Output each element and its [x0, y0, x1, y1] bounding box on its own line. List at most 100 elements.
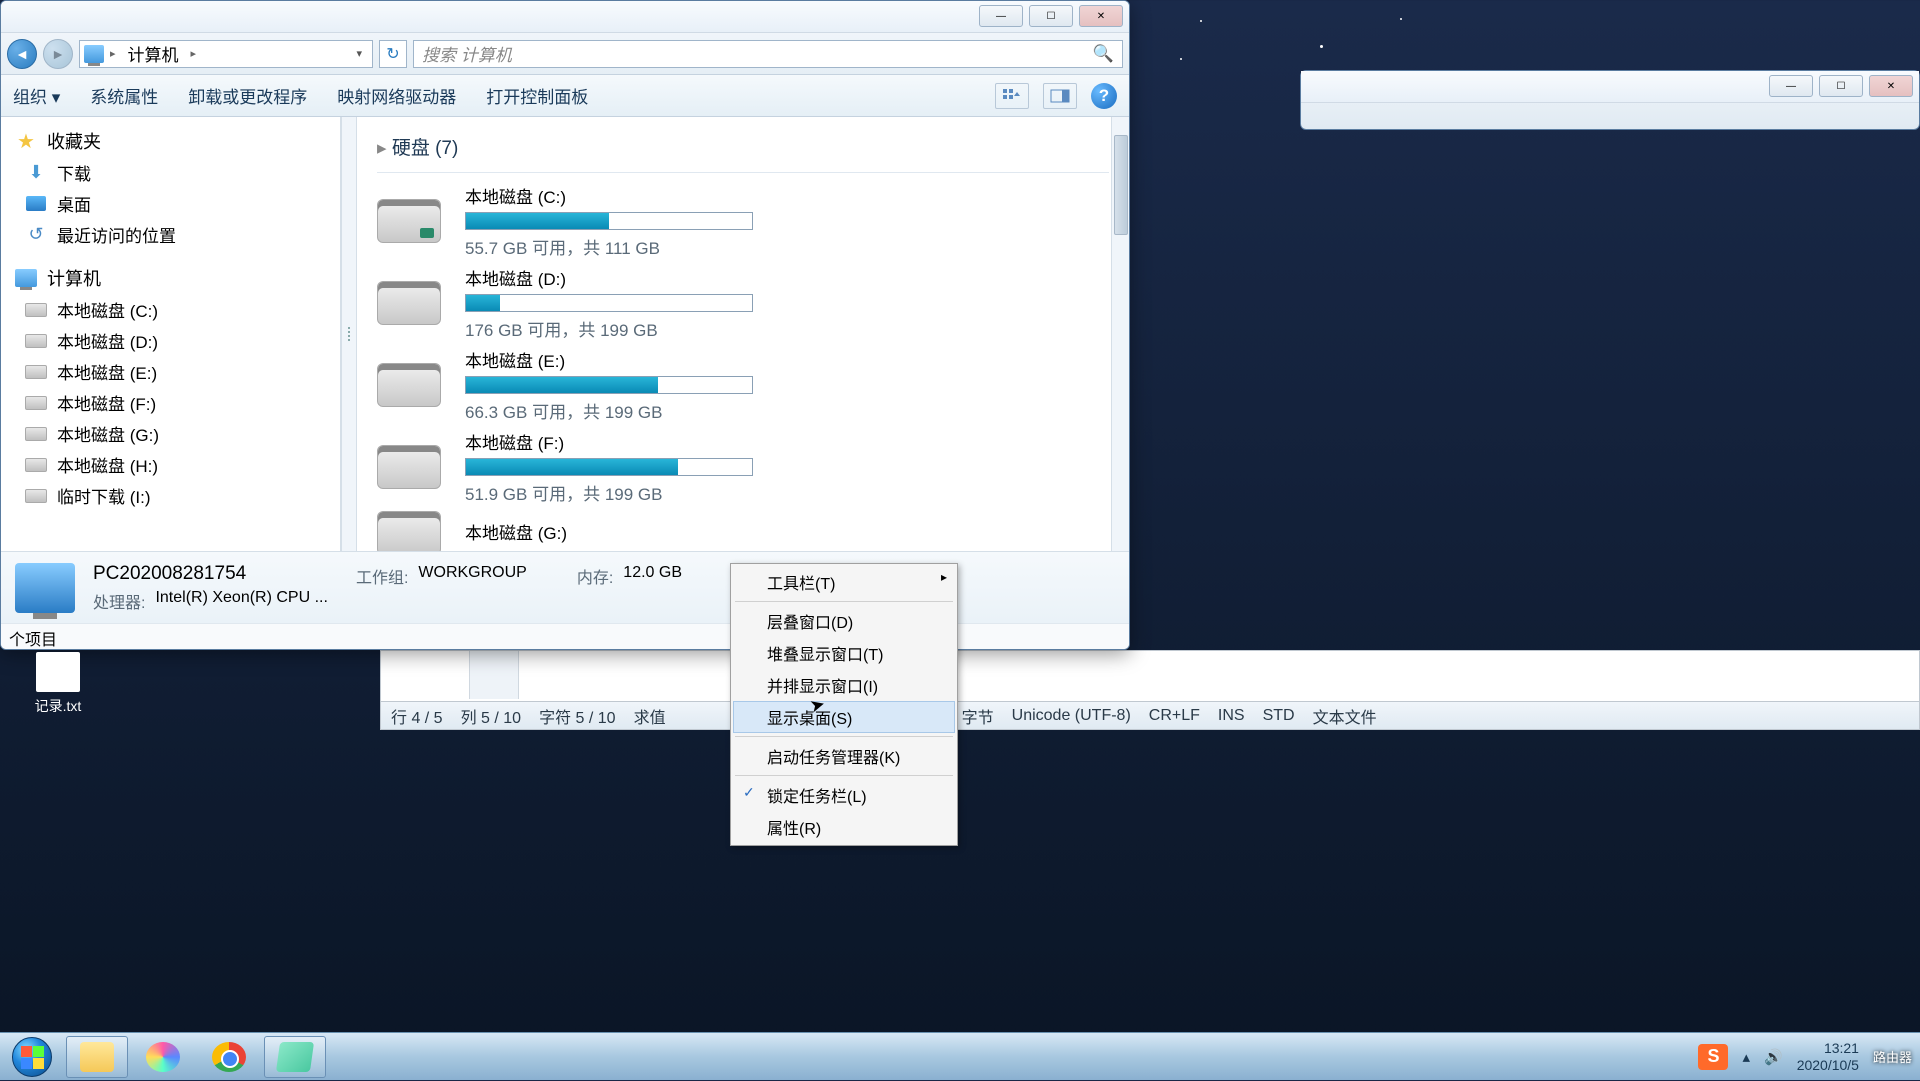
scrollbar-vertical[interactable] — [1111, 117, 1129, 551]
search-input[interactable]: 搜索 计算机 🔍 — [413, 40, 1123, 68]
sidebar-item-drive[interactable]: 本地磁盘 (F:) — [1, 387, 340, 418]
drive-item[interactable]: 本地磁盘 (E:)66.3 GB 可用，共 199 GB — [377, 347, 1109, 423]
background-window: — ☐ ✕ — [1300, 70, 1920, 130]
close-button[interactable]: ✕ — [1079, 5, 1123, 27]
taskbar-explorer[interactable] — [66, 1036, 128, 1078]
organize-button[interactable]: 组织 ▾ — [13, 83, 60, 108]
uninstall-button[interactable]: 卸载或更改程序 — [188, 83, 307, 108]
ctx-show-desktop[interactable]: 显示桌面(S) — [733, 701, 955, 733]
cpu-label: 处理器: — [93, 589, 145, 613]
sidebar-favorites[interactable]: ★收藏夹 — [1, 125, 340, 157]
watermark-text: 路由器 — [1873, 1047, 1912, 1066]
system-properties-button[interactable]: 系统属性 — [90, 83, 158, 108]
sidebar: ★收藏夹 ⬇下载 桌面 ↺最近访问的位置 计算机 本地磁盘 (C:)本地磁盘 (… — [1, 117, 341, 551]
star-icon: ★ — [15, 131, 37, 151]
sidebar-item-drive[interactable]: 本地磁盘 (E:) — [1, 356, 340, 387]
sidebar-item-drive[interactable]: 本地磁盘 (H:) — [1, 449, 340, 480]
nav-back-button[interactable]: ◄ — [7, 39, 37, 69]
memory-value: 12.0 GB — [623, 564, 682, 588]
status-encoding: Unicode (UTF-8) — [1012, 707, 1131, 725]
drive-icon — [377, 199, 441, 243]
taskbar-notes[interactable] — [264, 1036, 326, 1078]
text-file-icon — [36, 652, 80, 692]
map-drive-button[interactable]: 映射网络驱动器 — [337, 83, 456, 108]
editor-window: 行 4 / 5 列 5 / 10 字符 5 / 10 求值 0 106 字节 U… — [380, 650, 1920, 730]
status-std: STD — [1263, 707, 1295, 725]
status-char: 字符 5 / 10 — [539, 704, 615, 728]
chevron-right-icon[interactable]: ▸ — [110, 47, 116, 60]
drive-icon — [377, 445, 441, 489]
ctx-side-by-side[interactable]: 并排显示窗口(I) — [733, 669, 955, 701]
preview-icon — [1050, 89, 1070, 103]
maximize-button[interactable]: ☐ — [1819, 75, 1863, 97]
editor-statusbar: 行 4 / 5 列 5 / 10 字符 5 / 10 求值 0 106 字节 U… — [381, 701, 1919, 729]
ctx-cascade[interactable]: 层叠窗口(D) — [733, 605, 955, 637]
search-icon[interactable]: 🔍 — [1093, 44, 1114, 64]
taskbar-browser[interactable] — [132, 1036, 194, 1078]
ctx-task-manager[interactable]: 启动任务管理器(K) — [733, 740, 955, 772]
computer-icon — [84, 45, 104, 63]
section-header: ▸ 硬盘 (7) — [377, 127, 1109, 173]
minimize-button[interactable]: — — [979, 5, 1023, 27]
sidebar-item-drive[interactable]: 本地磁盘 (G:) — [1, 418, 340, 449]
breadcrumb-computer[interactable]: 计算机 — [122, 41, 185, 66]
system-tray: S ▴ 🔊 13:21 2020/10/5 路由器 — [1698, 1040, 1920, 1074]
ctx-properties[interactable]: 属性(R) — [733, 811, 955, 843]
sidebar-item-desktop[interactable]: 桌面 — [1, 188, 340, 219]
ctx-stack[interactable]: 堆叠显示窗口(T) — [733, 637, 955, 669]
sidebar-item-recent[interactable]: ↺最近访问的位置 — [1, 219, 340, 250]
sidebar-item-drive[interactable]: 本地磁盘 (C:) — [1, 294, 340, 325]
start-button[interactable] — [0, 1033, 64, 1081]
desktop-file-icon[interactable]: 记录.txt — [28, 652, 88, 716]
desktop-file-label: 记录.txt — [28, 696, 88, 716]
ime-indicator[interactable]: S — [1698, 1044, 1728, 1070]
change-view-button[interactable] — [995, 83, 1029, 109]
taskbar-chrome[interactable] — [198, 1036, 260, 1078]
status-sum: 求值 — [634, 704, 666, 728]
memory-label: 内存: — [577, 564, 613, 588]
sidebar-resize-handle[interactable] — [341, 117, 357, 551]
preview-pane-button[interactable] — [1043, 83, 1077, 109]
volume-icon[interactable]: 🔊 — [1764, 1048, 1783, 1066]
usage-bar — [465, 294, 753, 312]
close-button[interactable]: ✕ — [1869, 75, 1913, 97]
chevron-right-icon[interactable]: ▸ — [191, 47, 197, 60]
desktop-icon — [25, 194, 47, 214]
help-button[interactable]: ? — [1091, 83, 1117, 109]
chrome-icon — [212, 1042, 246, 1072]
usage-bar — [465, 458, 753, 476]
drive-usage-text: 66.3 GB 可用，共 199 GB — [465, 398, 1109, 423]
drive-name: 本地磁盘 (C:) — [465, 183, 1109, 208]
view-icon — [1002, 88, 1022, 104]
taskbar[interactable]: S ▴ 🔊 13:21 2020/10/5 路由器 — [0, 1032, 1920, 1080]
tray-clock[interactable]: 13:21 2020/10/5 — [1797, 1040, 1859, 1074]
sidebar-computer[interactable]: 计算机 — [1, 262, 340, 294]
sidebar-item-downloads[interactable]: ⬇下载 — [1, 157, 340, 188]
drive-usage-text: 51.9 GB 可用，共 199 GB — [465, 480, 1109, 505]
tray-arrow-icon[interactable]: ▴ — [1742, 1048, 1750, 1066]
toolbar: 组织 ▾ 系统属性 卸载或更改程序 映射网络驱动器 打开控制面板 ? — [1, 75, 1129, 117]
menu-separator — [735, 601, 953, 602]
ctx-toolbars[interactable]: 工具栏(T) — [733, 566, 955, 598]
drive-item[interactable]: 本地磁盘 (G:) — [377, 511, 1109, 551]
drive-icon — [25, 424, 47, 444]
drive-item[interactable]: 本地磁盘 (C:)55.7 GB 可用，共 111 GB — [377, 183, 1109, 259]
minimize-button[interactable]: — — [1769, 75, 1813, 97]
nav-forward-button[interactable]: ► — [43, 39, 73, 69]
address-dropdown-icon[interactable]: ▾ — [350, 47, 368, 60]
search-placeholder: 搜索 计算机 — [422, 41, 512, 66]
maximize-button[interactable]: ☐ — [1029, 5, 1073, 27]
control-panel-button[interactable]: 打开控制面板 — [486, 83, 588, 108]
menu-separator — [735, 736, 953, 737]
sidebar-item-drive[interactable]: 本地磁盘 (D:) — [1, 325, 340, 356]
details-pane: PC202008281754 处理器: Intel(R) Xeon(R) CPU… — [1, 551, 1129, 623]
titlebar[interactable]: — ☐ ✕ — [1, 1, 1129, 33]
address-bar[interactable]: ▸ 计算机 ▸ ▾ — [79, 40, 373, 68]
drive-item[interactable]: 本地磁盘 (F:)51.9 GB 可用，共 199 GB — [377, 429, 1109, 505]
sidebar-item-drive[interactable]: 临时下载 (I:) — [1, 480, 340, 511]
ctx-lock-taskbar[interactable]: ✓锁定任务栏(L) — [733, 779, 955, 811]
drive-item[interactable]: 本地磁盘 (D:)176 GB 可用，共 199 GB — [377, 265, 1109, 341]
status-items: 个项目 — [1, 623, 1129, 649]
scrollbar-thumb[interactable] — [1114, 135, 1128, 235]
refresh-button[interactable]: ↻ — [379, 40, 407, 68]
